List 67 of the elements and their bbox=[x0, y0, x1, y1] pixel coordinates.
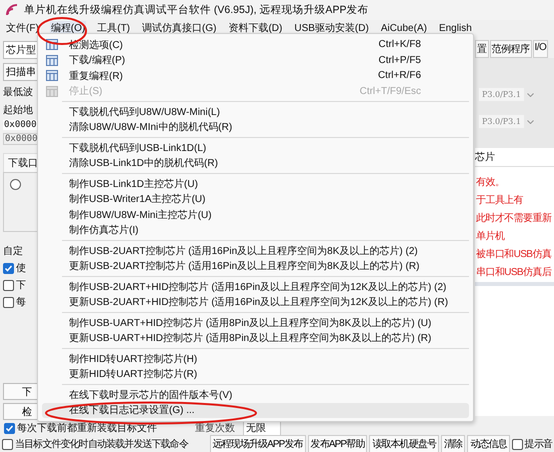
menu-item[interactable]: 清除U8W/U8W-MIni中的脱机代码(R) bbox=[42, 120, 469, 135]
address-field[interactable]: 0x0000 bbox=[3, 120, 37, 130]
checkbox[interactable] bbox=[3, 296, 14, 308]
action-button[interactable]: 发布APP帮助 bbox=[308, 435, 368, 452]
checkbox[interactable] bbox=[2, 438, 13, 450]
menu-item[interactable]: AiCube(A) bbox=[380, 22, 428, 34]
checkbox-label: 每 bbox=[16, 296, 26, 309]
action-button[interactable]: 动态信息 bbox=[467, 435, 510, 452]
menu-item[interactable]: 制作USB-UART+HID控制芯片 (适用8Pin及以上且程序空间为8K及以上的芯片) (U) bbox=[42, 315, 469, 330]
note-text: 被串口和USB仿真 bbox=[476, 248, 552, 261]
note-text: 单片机 bbox=[476, 230, 506, 243]
chevron-down-icon bbox=[526, 92, 534, 96]
repeat-label: 重复次数 bbox=[195, 422, 235, 435]
checkbox[interactable] bbox=[512, 438, 523, 450]
menu-item[interactable]: 更新HID转UART控制芯片(R) bbox=[42, 366, 469, 382]
menu-item[interactable]: 制作USB-Link1D主控芯片(U) bbox=[42, 176, 469, 192]
menu-item[interactable]: 调试仿真接口(G) bbox=[141, 21, 218, 35]
tab[interactable]: 范例程序 bbox=[490, 40, 532, 58]
menu-item[interactable]: 重复编程(R) Ctrl+R/F6 bbox=[42, 68, 469, 84]
menu-item[interactable]: 在线下载时显示芯片的固件版本号(V) bbox=[42, 387, 469, 402]
action-button[interactable]: 读取本机硬盘号 bbox=[369, 435, 440, 452]
action-button[interactable]: 检 bbox=[3, 403, 37, 420]
menu-item[interactable]: 下载脱机代码到USB-Link1D(L) bbox=[42, 140, 469, 156]
start-address-label: 起始地 bbox=[3, 104, 33, 117]
note-text: 于工具上有 bbox=[476, 194, 524, 207]
window-title: 单片机在线升级编程仿真调试平台软件 (V6.95J), 远程现场升级APP发布 bbox=[24, 3, 368, 17]
menu-item[interactable]: 下载/编程(P) Ctrl+P/F5 bbox=[42, 52, 469, 68]
action-button[interactable]: 下 bbox=[3, 383, 37, 400]
menu-item[interactable]: 下载脱机代码到U8W/U8W-Mini(L) bbox=[42, 104, 469, 120]
menu-item[interactable]: English bbox=[438, 22, 473, 34]
checkbox-label: 提示音 bbox=[524, 438, 552, 451]
download-tab[interactable]: 下载口 bbox=[3, 153, 37, 172]
scan-button[interactable]: 扫描串 bbox=[3, 63, 37, 81]
action-button[interactable]: 远程现场升级APP发布 bbox=[210, 435, 306, 452]
tab[interactable]: 置 bbox=[475, 40, 488, 58]
menu-item[interactable]: 资料下载(D) bbox=[227, 21, 284, 35]
chip-label: 芯片 bbox=[475, 148, 554, 167]
menu-item[interactable]: 更新USB-UART+HID控制芯片 (适用8Pin及以上且程序空间为8K及以上的芯片) (R) bbox=[42, 330, 469, 346]
radio-button[interactable] bbox=[10, 179, 21, 190]
menu-item[interactable]: 制作HID转UART控制芯片(H) bbox=[42, 351, 469, 366]
custom-label: 自定 bbox=[3, 244, 23, 258]
note-text: 有效。 bbox=[476, 176, 506, 189]
menu-item[interactable]: USB驱动安装(D) bbox=[293, 21, 370, 35]
menu-item[interactable]: 制作USB-2UART+HID控制芯片 (适用16Pin及以上且程序空间为12K及以上的芯片) (2) bbox=[42, 279, 469, 294]
tab[interactable]: I/O bbox=[532, 40, 548, 58]
checkbox[interactable] bbox=[4, 422, 15, 434]
checkbox[interactable] bbox=[3, 280, 14, 290]
checkbox-label: 使 bbox=[16, 262, 26, 275]
menu-item[interactable]: 制作仿真芯片(I) bbox=[42, 222, 469, 238]
menu-item[interactable]: 清除USB-Link1D中的脱机代码(R) bbox=[42, 156, 469, 171]
baud-label: 最低波 bbox=[3, 86, 33, 99]
menu-item[interactable]: 制作U8W/U8W-Mini主控芯片(U) bbox=[42, 207, 469, 222]
note-text: 此时才不需要重新 bbox=[476, 212, 552, 225]
checkbox[interactable] bbox=[3, 262, 14, 274]
app-logo-icon bbox=[5, 3, 19, 17]
action-button[interactable]: 清除 bbox=[441, 435, 466, 452]
menu-item[interactable]: 更新USB-2UART+HID控制芯片 (适用16Pin及以上且程序空间为12K及以上的芯片) (R) bbox=[42, 294, 469, 310]
menu-item[interactable]: 工具(T) bbox=[96, 21, 132, 35]
chip-type-combo[interactable]: 芯片型 bbox=[3, 41, 37, 59]
checkbox-label: 下 bbox=[16, 279, 26, 292]
chevron-down-icon bbox=[526, 120, 534, 124]
menu-item[interactable]: 更新USB-2UART控制芯片 (适用16Pin及以上且程序空间为8K及以上的芯片) (R) bbox=[42, 258, 469, 274]
menu-item[interactable]: 制作USB-2UART控制芯片 (适用16Pin及以上且程序空间为8K及以上的芯片) (2) bbox=[42, 243, 469, 258]
checkbox-label: 当目标文件变化时自动装载并发送下载命令 bbox=[15, 438, 188, 451]
menu-item[interactable]: 制作USB-Writer1A主控芯片(U) bbox=[42, 192, 469, 207]
note-text: 串口和USB仿真后 bbox=[476, 266, 552, 279]
address-field[interactable]: 0x0000 bbox=[3, 133, 37, 145]
